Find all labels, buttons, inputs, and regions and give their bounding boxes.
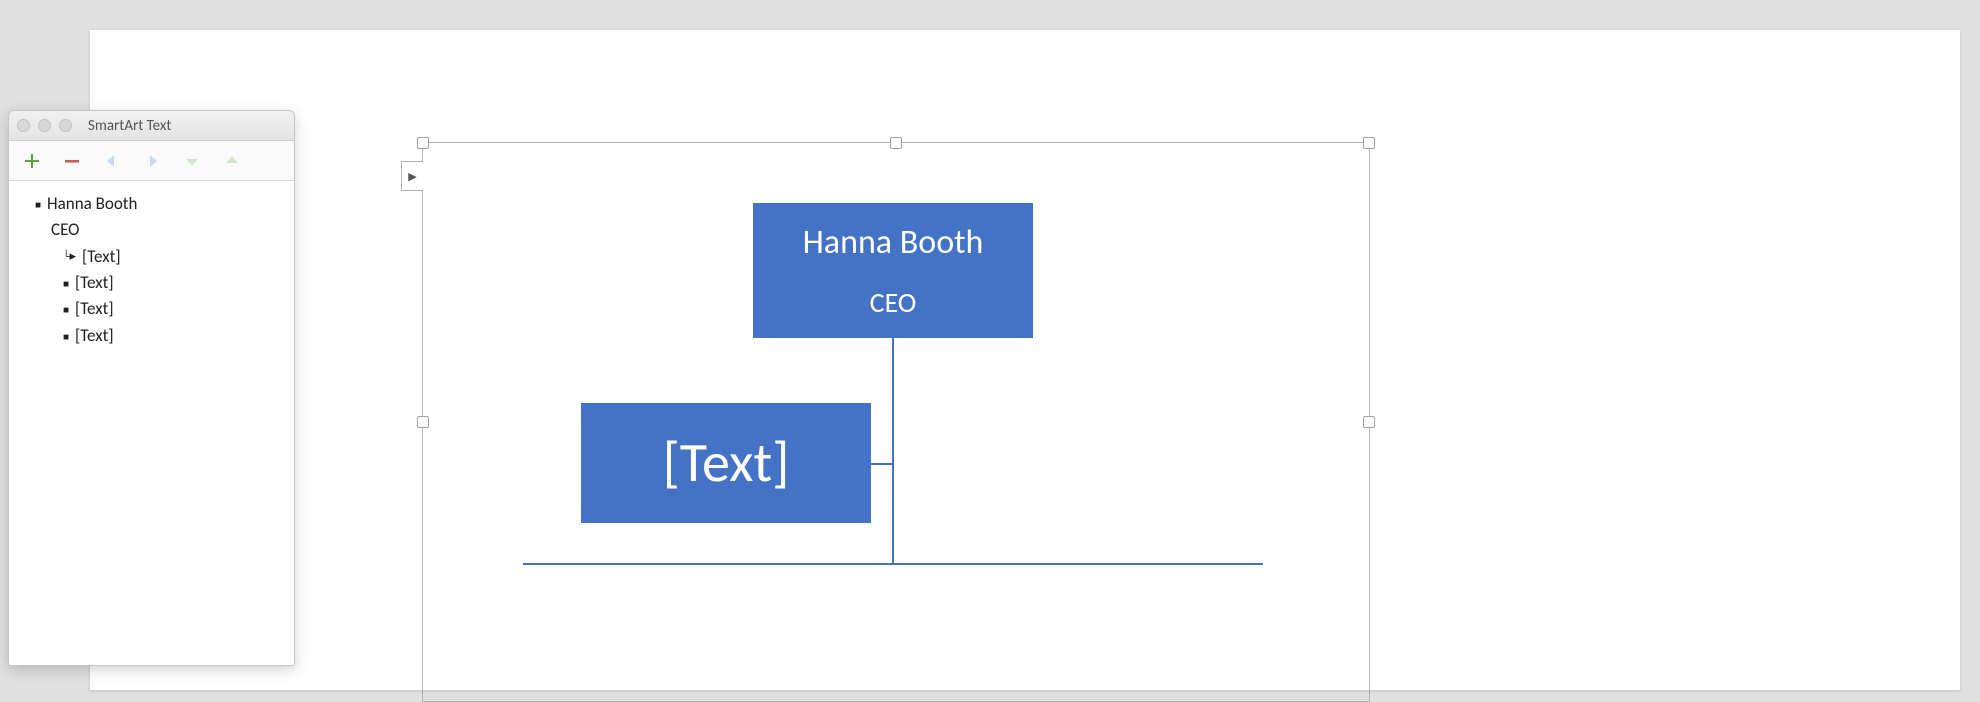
outline-text[interactable]: [Text] [82, 244, 121, 270]
connector-line [871, 463, 894, 465]
outline-text[interactable]: Hanna Booth [47, 191, 137, 217]
window-zoom-icon[interactable] [59, 119, 72, 132]
outline-text[interactable]: CEO [51, 217, 79, 243]
org-node-name: Hanna Booth [803, 222, 984, 263]
assistant-glyph-icon: └▸ [63, 247, 76, 267]
bullet-icon: ■ [63, 302, 69, 318]
outline-item-child[interactable]: ■ [Text] [17, 270, 286, 296]
remove-shape-button[interactable] [59, 148, 85, 174]
move-up-button[interactable] [219, 148, 245, 174]
arrow-up-icon [222, 151, 242, 171]
arrow-right-icon [142, 151, 162, 171]
smartart-text-panel[interactable]: SmartArt Text [8, 110, 295, 666]
window-minimize-icon[interactable] [38, 119, 51, 132]
smartart-frame[interactable]: ▶ Hanna Booth CEO [Text] [422, 142, 1370, 702]
org-node-placeholder: [Text] [663, 429, 790, 497]
outline-item-child[interactable]: ■ [Text] [17, 323, 286, 349]
outline-text[interactable]: [Text] [75, 296, 114, 322]
promote-button[interactable] [99, 148, 125, 174]
org-node-assistant[interactable]: [Text] [581, 403, 871, 523]
bullet-icon: ■ [63, 329, 69, 345]
outline-item-child[interactable]: ■ [Text] [17, 296, 286, 322]
chevron-right-icon: ▶ [408, 170, 416, 183]
document-page: ▶ Hanna Booth CEO [Text] [90, 30, 1960, 690]
minus-icon [62, 151, 82, 171]
window-close-icon[interactable] [17, 119, 30, 132]
panel-toolbar [9, 141, 294, 181]
window-controls [17, 119, 72, 132]
outline-item-root-subtitle[interactable]: CEO [17, 217, 286, 243]
org-chart: Hanna Booth CEO [Text] [423, 143, 1369, 701]
demote-button[interactable] [139, 148, 165, 174]
panel-title: SmartArt Text [88, 117, 171, 135]
connector-line [523, 563, 1263, 565]
connector-line [892, 338, 894, 563]
panel-titlebar[interactable]: SmartArt Text [9, 111, 294, 141]
org-node-title: CEO [870, 285, 917, 320]
text-pane-toggle[interactable]: ▶ [401, 161, 423, 191]
outline-text[interactable]: [Text] [75, 323, 114, 349]
outline-text[interactable]: [Text] [75, 270, 114, 296]
outline-item-assistant[interactable]: └▸ [Text] [17, 244, 286, 270]
outline-item-root[interactable]: ■ Hanna Booth [17, 191, 286, 217]
bullet-icon: ■ [63, 276, 69, 292]
add-shape-button[interactable] [19, 148, 45, 174]
arrow-left-icon [102, 151, 122, 171]
outline-editor[interactable]: ■ Hanna Booth CEO └▸ [Text] ■ [Text] ■ [… [9, 181, 294, 665]
arrow-down-icon [182, 151, 202, 171]
move-down-button[interactable] [179, 148, 205, 174]
bullet-icon: ■ [35, 197, 41, 213]
plus-icon [22, 151, 42, 171]
org-node-root[interactable]: Hanna Booth CEO [753, 203, 1033, 338]
